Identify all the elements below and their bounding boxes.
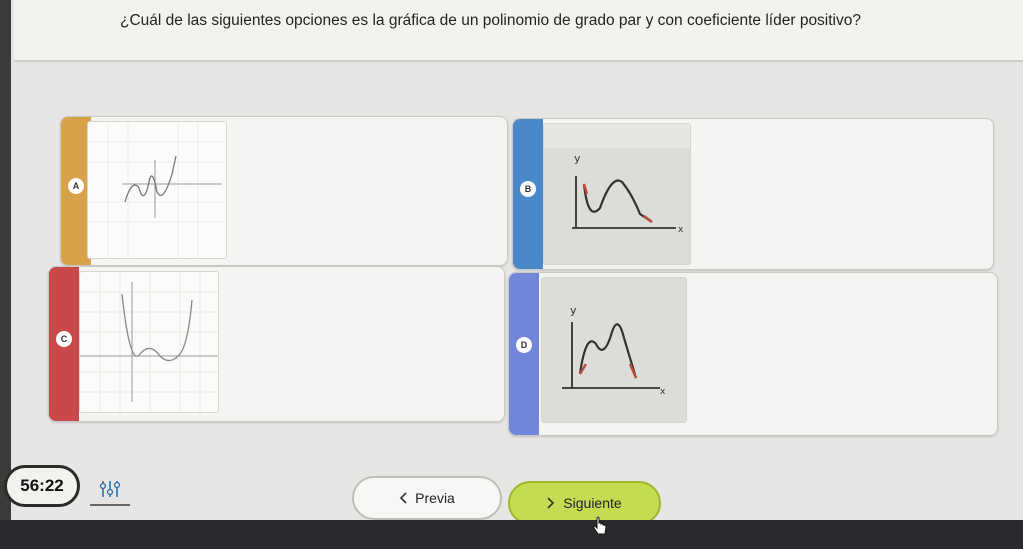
option-a-card[interactable]: A (60, 116, 508, 266)
sliders-icon (97, 479, 123, 499)
screen-bezel-left (0, 0, 11, 549)
option-d-x-label: x (660, 387, 666, 397)
option-d-graph: y x (541, 277, 687, 423)
question-bar: ¿Cuál de las siguientes opciones es la g… (14, 0, 1023, 62)
option-b-x-label: x (678, 225, 684, 235)
option-c-card[interactable]: C (48, 266, 505, 422)
option-c-graph (79, 271, 219, 413)
option-d-strip (509, 273, 539, 435)
option-b-graph: y x (543, 123, 691, 265)
chevron-right-icon (547, 497, 555, 509)
option-d-card[interactable]: D y x (508, 272, 998, 436)
option-c-letter: C (56, 331, 72, 347)
option-d-y-label: y (570, 304, 577, 317)
option-b-letter: B (520, 181, 536, 197)
chevron-left-icon (399, 492, 407, 504)
hand-cursor-icon (592, 516, 608, 536)
timer: 56:22 (4, 465, 80, 507)
option-d-letter: D (516, 337, 532, 353)
screen-bezel-bottom (0, 520, 1023, 549)
tools-button[interactable] (90, 474, 130, 506)
option-b-y-label: y (574, 152, 581, 165)
option-a-letter: A (68, 178, 84, 194)
question-text: ¿Cuál de las siguientes opciones es la g… (120, 12, 861, 29)
previous-button[interactable]: Previa (352, 476, 502, 520)
option-b-card[interactable]: B y x (512, 118, 994, 270)
previous-button-label: Previa (415, 490, 455, 506)
next-button-label: Siguiente (563, 495, 622, 511)
option-a-graph (87, 121, 227, 259)
next-button[interactable]: Siguiente (508, 481, 661, 525)
